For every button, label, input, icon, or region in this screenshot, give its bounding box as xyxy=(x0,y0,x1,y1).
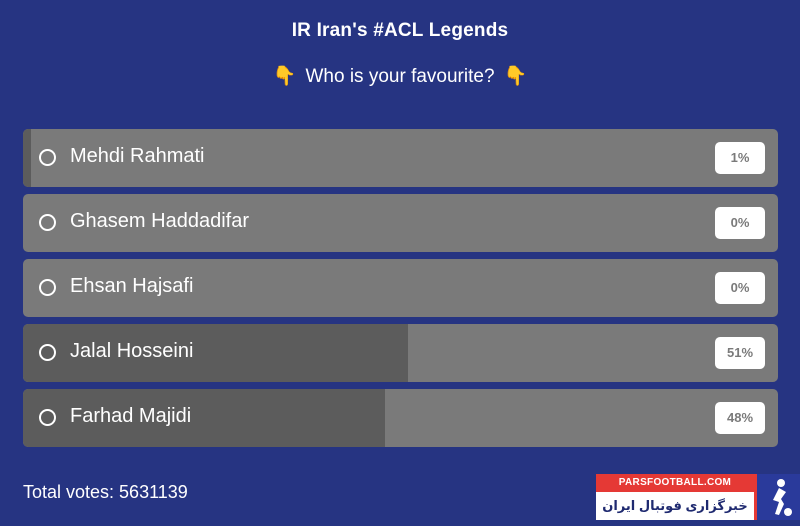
footballer-logo-icon xyxy=(754,474,800,520)
option-label: Ghasem Haddadifar xyxy=(70,210,249,232)
radio-icon[interactable] xyxy=(39,279,56,296)
radio-icon[interactable] xyxy=(39,344,56,361)
total-votes: Total votes: 5631139 xyxy=(23,482,188,502)
option-label: Jalal Hosseini xyxy=(70,340,194,362)
percent-badge: 48% xyxy=(715,402,765,434)
option-label: Ehsan Hajsafi xyxy=(70,275,194,297)
poll-option[interactable]: Ghasem Haddadifar 0% xyxy=(23,194,778,252)
percent-badge: 0% xyxy=(715,207,765,239)
radio-icon[interactable] xyxy=(39,214,56,231)
percent-badge: 0% xyxy=(715,272,765,304)
vote-share-fill xyxy=(23,129,31,187)
radio-icon[interactable] xyxy=(39,409,56,426)
poll-option[interactable]: Mehdi Rahmati 1% xyxy=(23,129,778,187)
parsfootball-watermark: PARSFOOTBALL.COM خبرگزاری فوتبال ایران xyxy=(592,474,800,524)
pointing-down-icon: 👇 xyxy=(272,66,297,87)
poll-question-text: Who is your favourite? xyxy=(305,66,495,87)
poll-option[interactable]: Ehsan Hajsafi 0% xyxy=(23,259,778,317)
poll-option[interactable]: Jalal Hosseini 51% xyxy=(23,324,778,382)
pointing-down-icon: 👇 xyxy=(503,66,528,87)
poll-question: 👇 Who is your favourite? 👇 xyxy=(0,64,800,88)
poll-options: Mehdi Rahmati 1% Ghasem Haddadifar 0% Eh… xyxy=(23,129,778,454)
watermark-persian: خبرگزاری فوتبال ایران xyxy=(596,492,754,520)
poll-title: IR Iran's #ACL Legends xyxy=(291,20,509,41)
percent-badge: 51% xyxy=(715,337,765,369)
watermark-latin: PARSFOOTBALL.COM xyxy=(596,474,754,492)
option-label: Mehdi Rahmati xyxy=(70,145,205,167)
poll-option[interactable]: Farhad Majidi 48% xyxy=(23,389,778,447)
radio-icon[interactable] xyxy=(39,149,56,166)
percent-badge: 1% xyxy=(715,142,765,174)
option-label: Farhad Majidi xyxy=(70,405,192,427)
